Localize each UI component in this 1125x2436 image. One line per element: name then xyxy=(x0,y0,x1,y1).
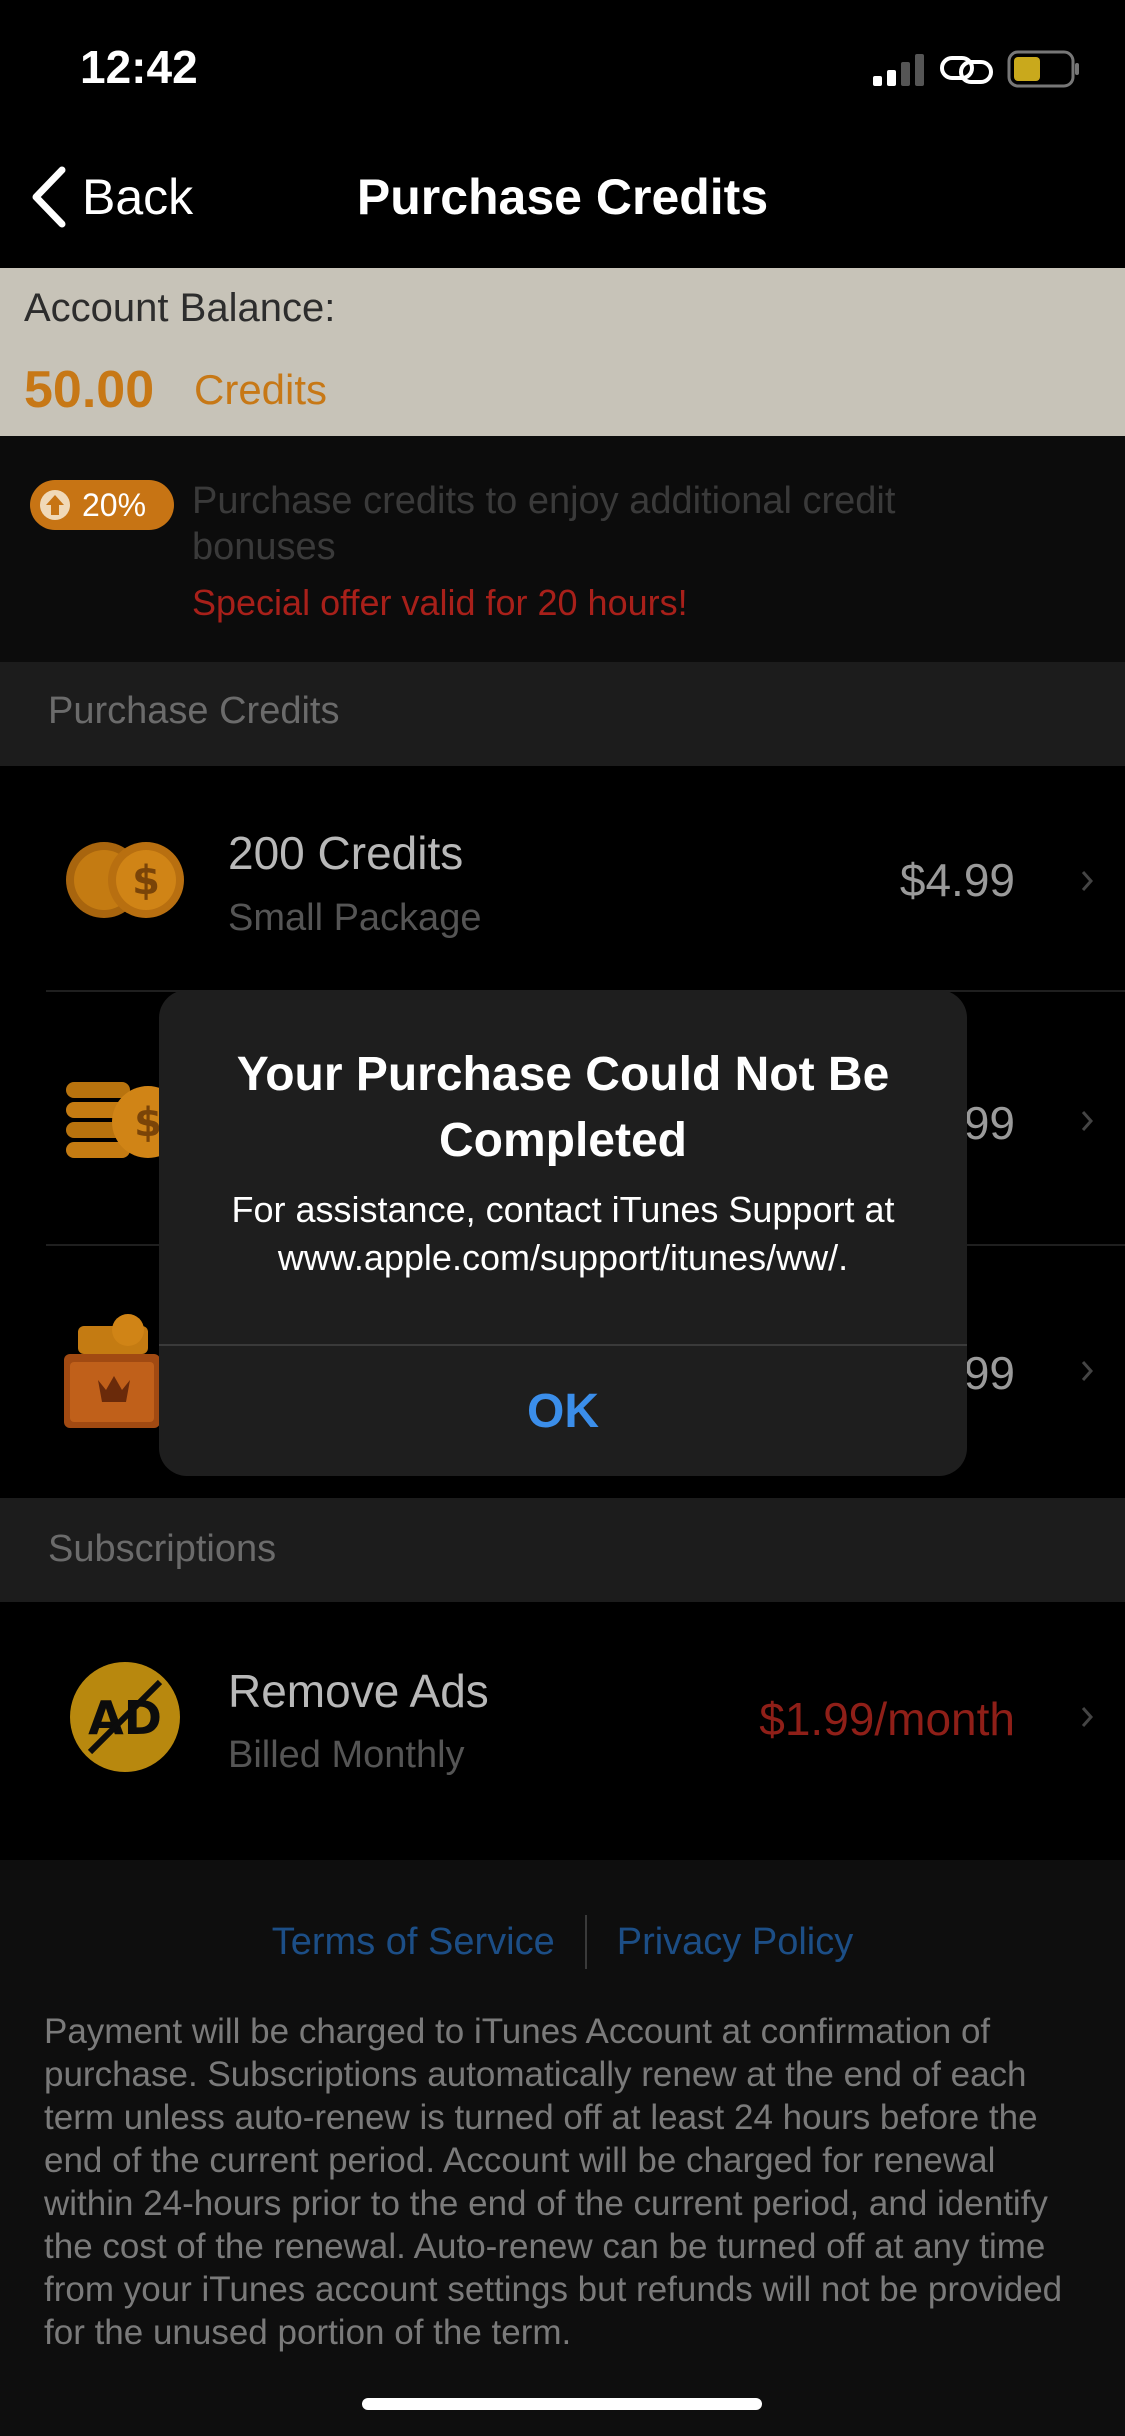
status-time: 12:42 xyxy=(80,41,198,93)
balance-unit: Credits xyxy=(194,366,328,413)
chevron-right-icon xyxy=(1081,871,1094,891)
battery-icon xyxy=(1007,50,1079,88)
special-offer-text: Special offer valid for 20 hours! xyxy=(192,582,688,623)
svg-text:$: $ xyxy=(134,1100,162,1146)
alert-message: For assistance, contact iTunes Support a… xyxy=(231,1189,895,1278)
legal-text: Payment will be charged to iTunes Accoun… xyxy=(44,2012,1063,2352)
chevron-right-icon xyxy=(1081,1361,1094,1381)
arrow-up-circle-icon xyxy=(40,490,70,520)
section-header-label: Purchase Credits xyxy=(48,690,340,732)
package-title: 200 Credits xyxy=(228,827,464,879)
promo-text: Purchase credits to enjoy additional cre… xyxy=(192,480,896,568)
bonus-badge-label: 20% xyxy=(82,486,147,523)
alert-title: Your Purchase Could Not Be Completed xyxy=(236,1048,890,1167)
coins-icon: $ xyxy=(66,842,184,918)
chevron-right-icon xyxy=(1081,1707,1094,1727)
home-indicator[interactable] xyxy=(362,2398,762,2410)
treasure-chest-icon xyxy=(64,1314,160,1428)
balance-amount: 50.00 xyxy=(24,361,155,419)
subscription-price: $1.99/month xyxy=(759,1693,1015,1745)
section-header-label: Subscriptions xyxy=(48,1528,277,1570)
subscription-subtitle: Billed Monthly xyxy=(228,1734,465,1776)
package-price: $4.99 xyxy=(899,854,1015,906)
page-title: Purchase Credits xyxy=(356,169,769,225)
balance-label: Account Balance: xyxy=(24,286,336,330)
package-subtitle: Small Package xyxy=(228,897,482,939)
no-ads-icon: AD xyxy=(70,1662,180,1772)
coin-stack-icon: $ xyxy=(66,1082,174,1158)
alert-ok-button[interactable]: OK xyxy=(159,1346,967,1476)
purchase-error-alert: Your Purchase Could Not Be Completed For… xyxy=(159,990,967,1476)
svg-text:$: $ xyxy=(132,858,160,904)
link-icon xyxy=(940,56,993,84)
terms-of-service-link[interactable]: Terms of Service xyxy=(272,1921,555,1964)
subscription-title: Remove Ads xyxy=(228,1665,489,1717)
bonus-badge: 20% xyxy=(30,480,174,530)
chevron-right-icon xyxy=(1081,1111,1094,1131)
package-price: 99 xyxy=(963,1097,1015,1149)
footer-links: Terms of Service Privacy Policy xyxy=(0,1915,1125,1969)
cellular-signal-icon xyxy=(873,54,924,86)
link-divider xyxy=(584,1915,587,1969)
package-price: 99 xyxy=(963,1347,1015,1399)
privacy-policy-link[interactable]: Privacy Policy xyxy=(617,1921,854,1964)
